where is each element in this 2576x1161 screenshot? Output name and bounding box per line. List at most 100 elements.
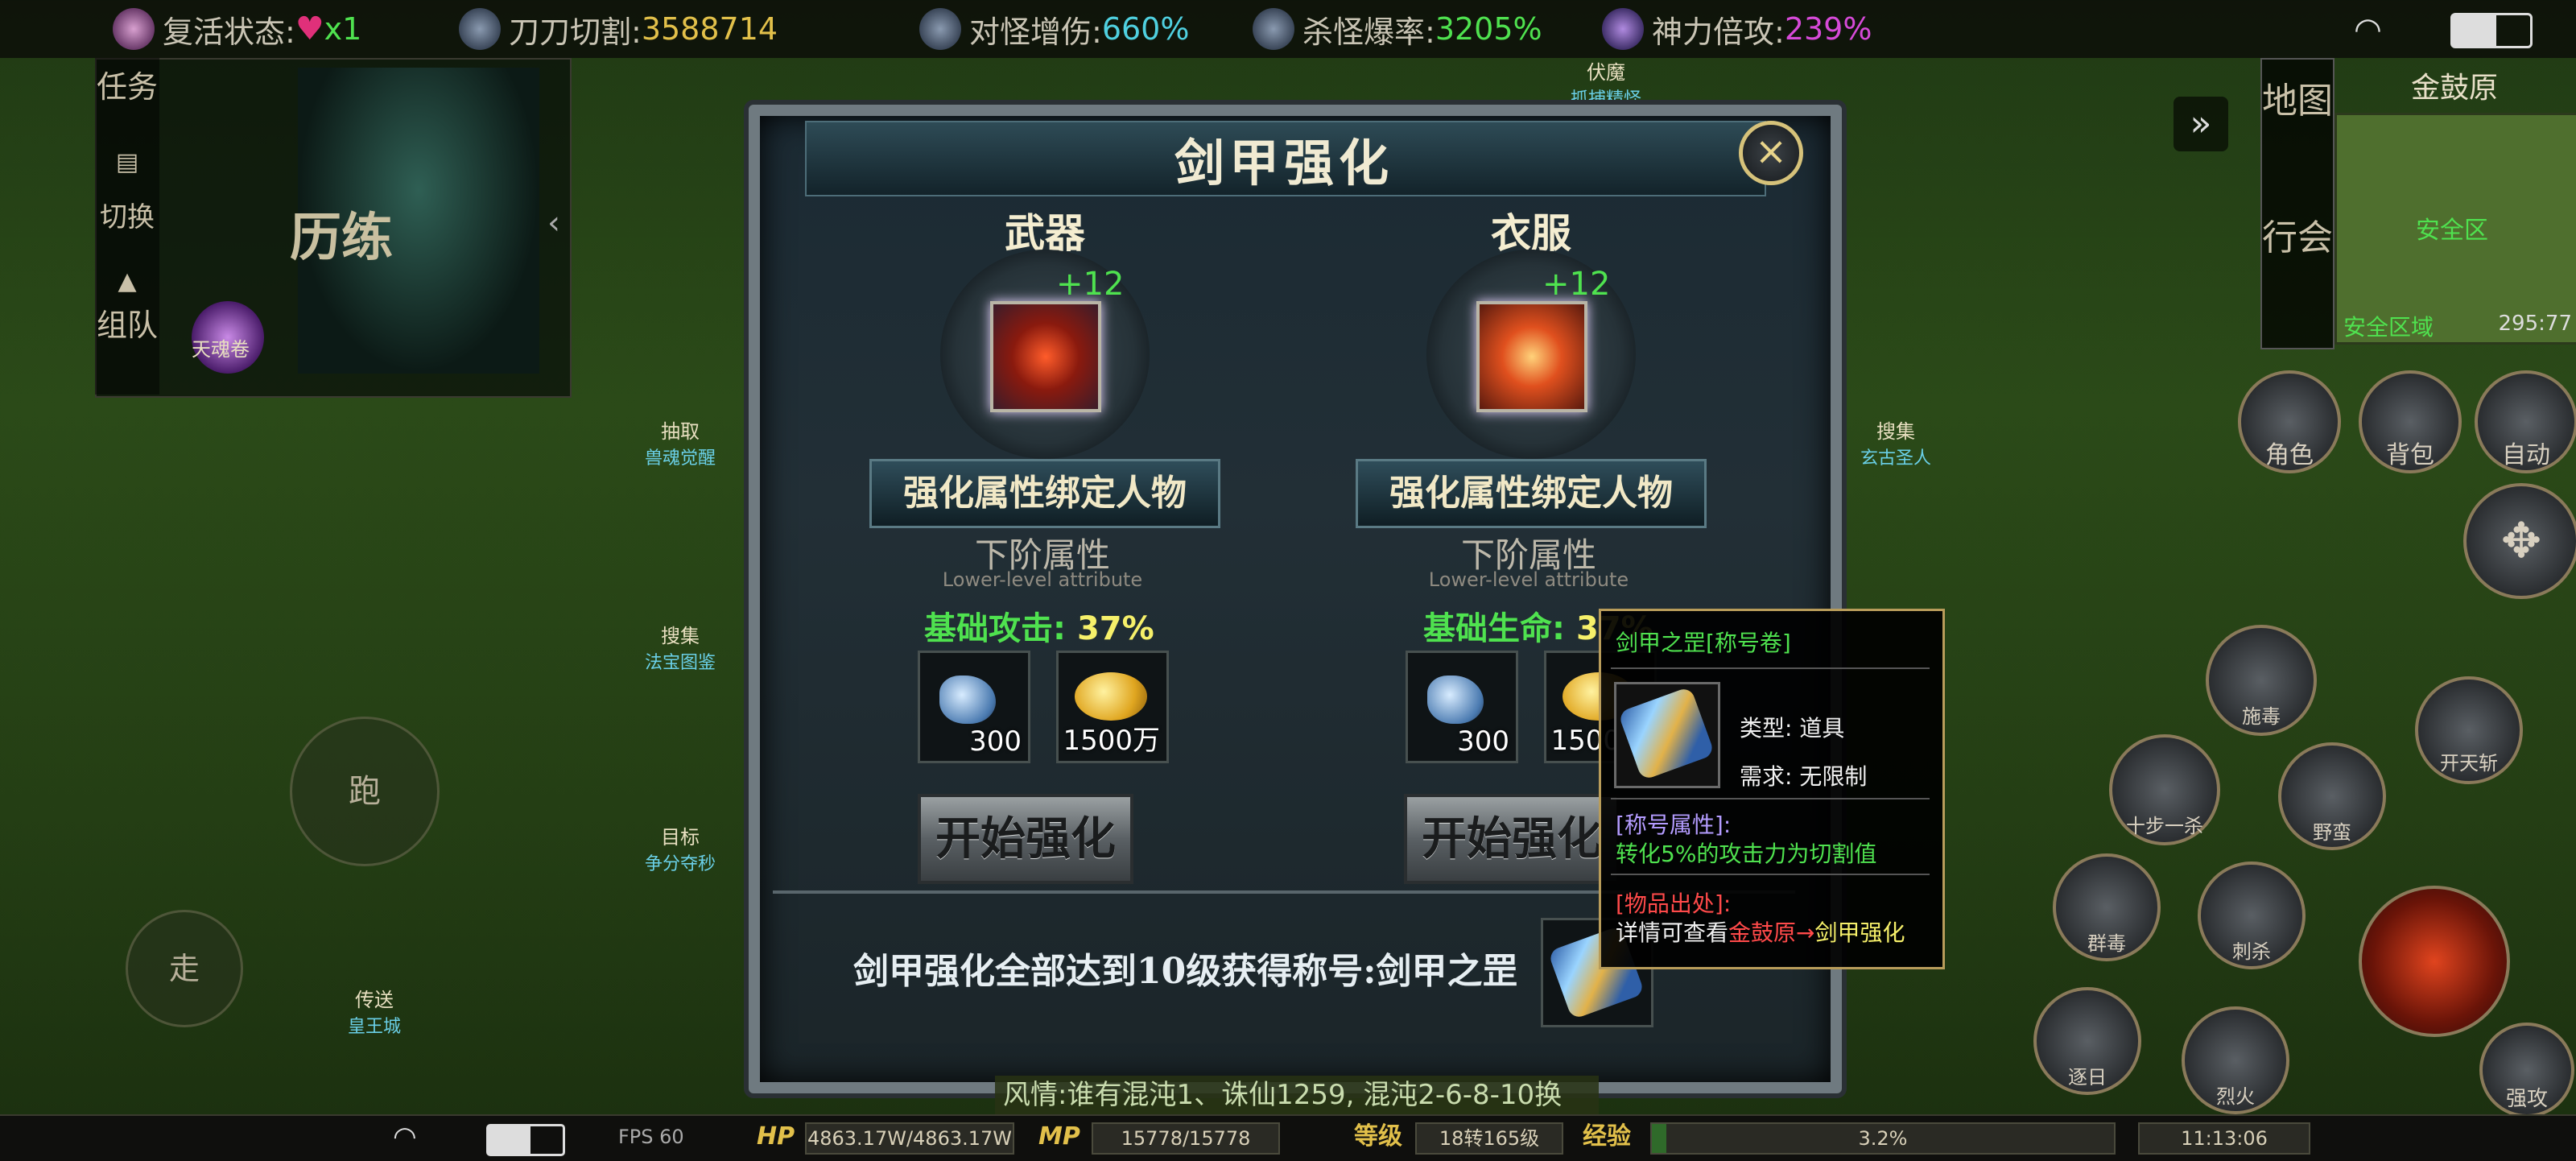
divine-attack-stat: 神力倍攻: 239% (1602, 6, 1872, 52)
bag-button[interactable]: 背包 (2359, 370, 2462, 473)
revive-value: x1 (324, 11, 362, 47)
lotus-icon (113, 8, 155, 50)
chat-line[interactable]: 风情:谁有混沌1、诛仙1259, 混沌2-6-8-10换 (995, 1076, 1599, 1114)
dragon-icon (1602, 8, 1644, 50)
skill-label: 野蛮 (2313, 821, 2351, 844)
minimap[interactable]: 安全区 安全区域 295:77 (2334, 113, 2576, 345)
armor-sub-title-en: Lower-level attribute (1428, 568, 1629, 591)
close-button[interactable]: × (1739, 121, 1803, 185)
run-button[interactable]: 跑 (290, 717, 440, 866)
npc-label[interactable]: 传送 皇王城 (314, 984, 435, 1038)
hp-bar: 4863.17W/4863.17W (805, 1122, 1014, 1155)
wifi-icon: ◠ (2354, 11, 2382, 48)
weapon-level: +12 (1056, 266, 1125, 303)
level-value: 18转165级 (1415, 1122, 1563, 1155)
tab-guild[interactable]: 行会 (2262, 221, 2333, 256)
sword-icon (459, 8, 501, 50)
revive-label: 复活状态: (163, 14, 295, 50)
exp-fill (1652, 1124, 1667, 1153)
weapon-enhance-button[interactable]: 开始强化 (918, 794, 1133, 884)
npc-label[interactable]: 伏魔 抓捕精怪 (1546, 56, 1666, 110)
hp-label: HP (757, 1122, 795, 1151)
weapon-cost-gold[interactable]: 1500万 (1056, 651, 1169, 763)
skill-assassinate[interactable]: 刺杀 (2198, 861, 2306, 969)
npc-action: 抽取 (661, 420, 700, 443)
source-target: 剑甲强化 (1814, 919, 1905, 946)
tooltip-attr-heading: [称号属性]: (1616, 812, 1732, 838)
clock: 11:13:06 (2138, 1122, 2310, 1155)
tab-map[interactable]: 地图 (2262, 84, 2333, 119)
monster-damage-value: 660% (1101, 11, 1190, 47)
armor-item-slot[interactable] (1476, 301, 1587, 412)
weapon-attribute: 基础攻击: 37% (924, 602, 1154, 649)
weapon-item-slot[interactable] (990, 301, 1101, 412)
skill-savage[interactable]: 野蛮 (2278, 742, 2386, 850)
quest-item-label: 天魂卷 (192, 338, 250, 361)
armor-enhance-button[interactable]: 开始强化 (1404, 794, 1620, 884)
exp-bar: 3.2% (1650, 1122, 2116, 1155)
npc-label[interactable]: 目标 争分夺秒 (620, 821, 741, 875)
map-side-tabs: 地图 行会 (2260, 58, 2334, 349)
quest-tabs: 任务 ▤ 切换 ▲ 组队 (95, 58, 159, 395)
skill-sky-slash[interactable]: 开天斩 (2415, 676, 2523, 784)
expand-arrow-icon[interactable]: » (2174, 97, 2228, 151)
skill-group-poison[interactable]: 群毒 (2053, 853, 2161, 961)
npc-label[interactable]: 搜集 玄古圣人 (1835, 415, 1956, 469)
strong-attack-button[interactable]: 强攻 (2479, 1023, 2574, 1118)
source-place: 金鼓原 (1728, 919, 1797, 946)
bag-label: 背包 (2386, 441, 2434, 469)
flag-icon: ▲ (118, 267, 137, 295)
npc-label[interactable]: 搜集 法宝图鉴 (620, 620, 741, 674)
dpad-icon[interactable]: ✥ (2463, 483, 2576, 599)
skill-label: 施毒 (2242, 705, 2281, 728)
level-label: 等级 (1354, 1122, 1402, 1151)
item-tooltip: 剑甲之罡[称号卷] 类型: 道具 需求: 无限制 [称号属性]: 转化5%的攻击… (1599, 609, 1945, 969)
main-attack-button[interactable] (2359, 886, 2510, 1037)
gem-icon (1427, 676, 1484, 724)
npc-name: 皇王城 (347, 1017, 401, 1037)
gear-icon (919, 8, 961, 50)
quest-title: 历练 (290, 208, 393, 268)
weapon-sub-title-en: Lower-level attribute (942, 568, 1143, 591)
battery-icon (486, 1124, 565, 1156)
skill-fire[interactable]: 烈火 (2182, 1006, 2289, 1114)
mp-label: MP (1038, 1122, 1080, 1151)
cost-amount: 300 (1457, 725, 1509, 758)
armor-level: +12 (1542, 266, 1611, 303)
monster-damage-label: 对怪增伤: (969, 14, 1102, 50)
npc-label[interactable]: 抽取 兽魂觉醒 (620, 415, 741, 469)
dialog-title: 剑甲强化 (1174, 134, 1393, 192)
run-label: 跑 (349, 773, 381, 810)
mp-bar: 15778/15778 (1092, 1122, 1280, 1155)
walk-button[interactable]: 走 (126, 910, 243, 1027)
skill-chase-sun[interactable]: 逐日 (2033, 987, 2141, 1095)
safe-area-label: 安全区域 (2343, 314, 2434, 341)
drop-rate-label: 杀怪爆率: (1302, 14, 1435, 50)
npc-action: 传送 (355, 989, 394, 1011)
auto-button[interactable]: 自动 (2475, 370, 2576, 473)
tab-switch[interactable]: 切换 (95, 200, 159, 235)
tab-team[interactable]: 组队 (95, 308, 159, 343)
wifi-icon: ◠ (393, 1121, 417, 1153)
cut-value: 3588714 (641, 11, 778, 47)
tooltip-item-image (1614, 682, 1720, 788)
npc-action: 伏魔 (1587, 61, 1625, 84)
quest-panel[interactable]: 历练 天魂卷 ‹ (95, 58, 572, 398)
skill-label: 开天斩 (2440, 752, 2498, 775)
cost-amount: 1500万 (1063, 725, 1160, 757)
skill-poison[interactable]: 施毒 (2206, 625, 2317, 736)
npc-action: 搜集 (661, 625, 700, 647)
gem-icon (939, 676, 996, 724)
revive-status: 复活状态: ♥ x1 (113, 6, 361, 52)
npc-name: 兽魂觉醒 (644, 448, 716, 469)
weapon-cost-gem[interactable]: 300 (918, 651, 1030, 763)
skill-ten-steps[interactable]: 十步一杀 (2109, 734, 2220, 845)
armor-cost-gem[interactable]: 300 (1406, 651, 1518, 763)
tooltip-divider (1611, 874, 1930, 875)
collapse-arrow-icon[interactable]: ‹ (547, 205, 560, 242)
battery-icon (2450, 13, 2533, 48)
character-button[interactable]: 角色 (2238, 370, 2341, 473)
tooltip-type: 类型: 道具 (1740, 715, 1845, 742)
cost-amount: 300 (969, 725, 1022, 758)
tab-task[interactable]: 任务 (95, 69, 159, 105)
